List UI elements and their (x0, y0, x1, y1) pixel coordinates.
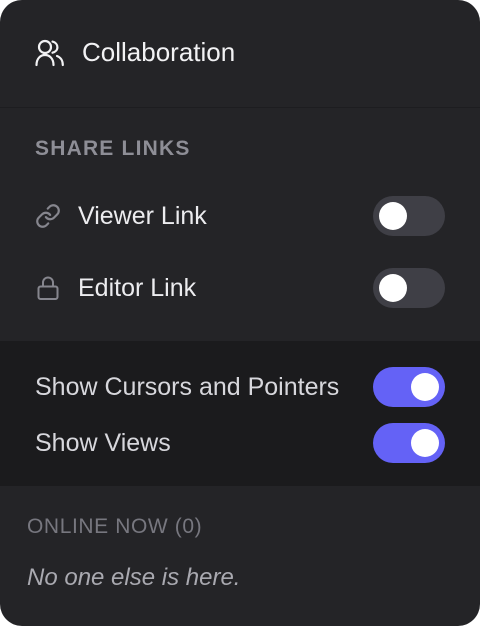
online-now-heading: ONLINE NOW (0) (27, 515, 203, 538)
viewer-link-toggle[interactable] (373, 196, 445, 236)
viewer-link-row: Viewer Link (0, 196, 480, 236)
toggle-knob (411, 429, 439, 457)
share-links-heading: SHARE LINKS (35, 137, 191, 160)
viewer-link-label: Viewer Link (78, 201, 207, 230)
display-options-section: Show Cursors and Pointers Show Views (0, 341, 480, 486)
toggle-knob (411, 373, 439, 401)
show-cursors-row: Show Cursors and Pointers (0, 367, 480, 407)
toggle-knob (379, 202, 407, 230)
editor-link-toggle[interactable] (373, 268, 445, 308)
users-icon (35, 38, 65, 68)
editor-link-row: Editor Link (0, 268, 480, 308)
show-views-row: Show Views (0, 423, 480, 463)
link-icon (35, 203, 61, 229)
online-now-section: ONLINE NOW (0) No one else is here. (0, 486, 480, 626)
show-cursors-toggle[interactable] (373, 367, 445, 407)
lock-icon (35, 275, 61, 301)
show-views-toggle[interactable] (373, 423, 445, 463)
toggle-knob (379, 274, 407, 302)
panel-header: Collaboration (0, 0, 480, 108)
empty-state-message: No one else is here. (27, 564, 241, 591)
editor-link-label: Editor Link (78, 273, 197, 302)
collaboration-panel: Collaboration SHARE LINKS Viewer Link Ed… (0, 0, 480, 626)
show-cursors-label: Show Cursors and Pointers (35, 372, 340, 401)
share-links-section: SHARE LINKS Viewer Link Editor Link (0, 108, 480, 341)
panel-title: Collaboration (82, 37, 236, 67)
show-views-label: Show Views (35, 428, 171, 457)
